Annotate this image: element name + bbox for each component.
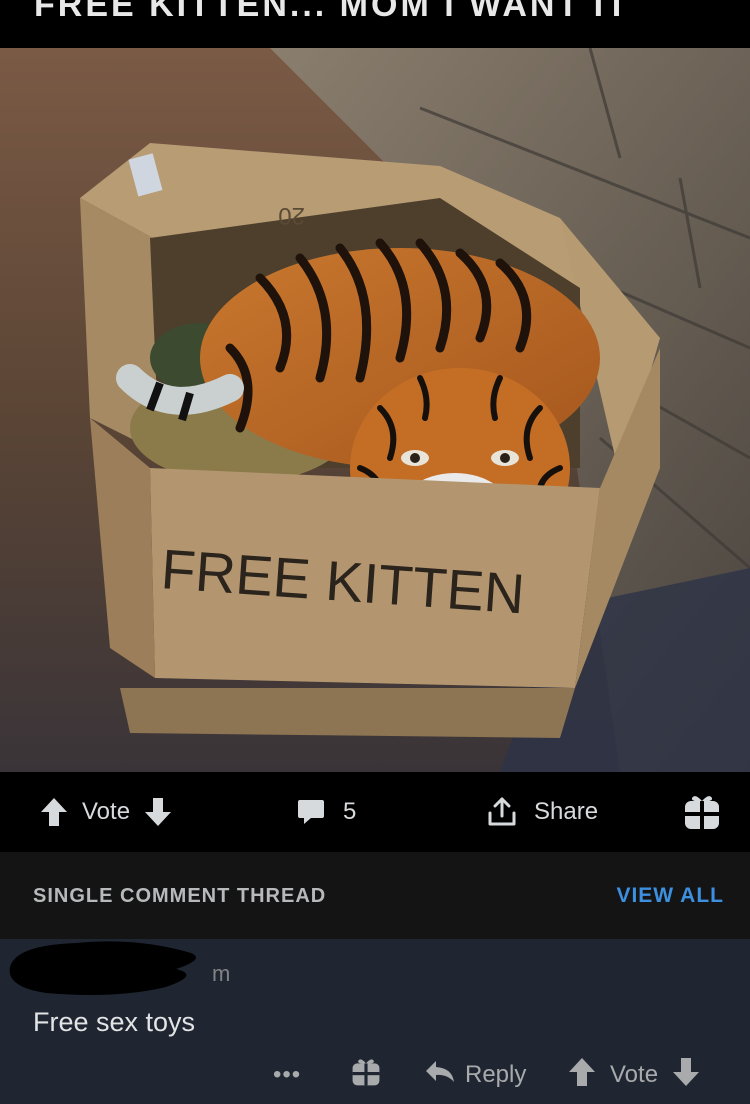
award-button[interactable] — [683, 772, 721, 852]
post-title-strip: FREE KITTEN... MOM I WANT IT — [0, 0, 750, 48]
post-vote-group: Vote — [40, 772, 172, 852]
comment-actions: ••• Reply Vote — [0, 1047, 750, 1103]
reply-label: Reply — [465, 1061, 527, 1088]
view-all-link[interactable]: VIEW ALL — [616, 884, 724, 908]
downvote-icon[interactable] — [144, 797, 172, 827]
comment-vote-group: Vote — [568, 1047, 700, 1103]
comment-username[interactable]: m — [212, 961, 230, 987]
upvote-icon[interactable] — [568, 1057, 596, 1094]
post-action-bar: Vote 5 Share — [0, 772, 750, 852]
thread-header: SINGLE COMMENT THREAD VIEW ALL — [0, 852, 750, 939]
comment-vote-label: Vote — [610, 1061, 659, 1088]
post-image[interactable]: FREE KITTEN 20 — [0, 48, 750, 772]
comment-count: 5 — [343, 798, 357, 825]
box-mark: 20 — [278, 202, 305, 229]
downvote-icon[interactable] — [672, 1057, 700, 1094]
thread-title: SINGLE COMMENT THREAD — [33, 885, 327, 907]
gift-icon — [683, 793, 721, 831]
username-redaction — [9, 941, 196, 995]
comment-award-button[interactable] — [351, 1047, 381, 1103]
reply-button[interactable]: Reply — [425, 1047, 526, 1103]
comment-icon — [297, 798, 325, 826]
post-vote-label: Vote — [82, 798, 131, 825]
post-title: FREE KITTEN... MOM I WANT IT — [34, 0, 630, 24]
share-button[interactable]: Share — [486, 772, 598, 852]
more-options-button[interactable]: ••• — [273, 1047, 301, 1103]
comment-body: Free sex toys — [33, 1007, 196, 1037]
upvote-icon[interactable] — [40, 797, 68, 827]
share-icon — [486, 796, 518, 828]
reply-icon — [425, 1060, 455, 1091]
gift-icon — [351, 1057, 381, 1094]
share-label: Share — [534, 798, 599, 825]
comments-button[interactable]: 5 — [297, 772, 356, 852]
comment: m Free sex toys ••• Reply Vote — [0, 939, 750, 1104]
